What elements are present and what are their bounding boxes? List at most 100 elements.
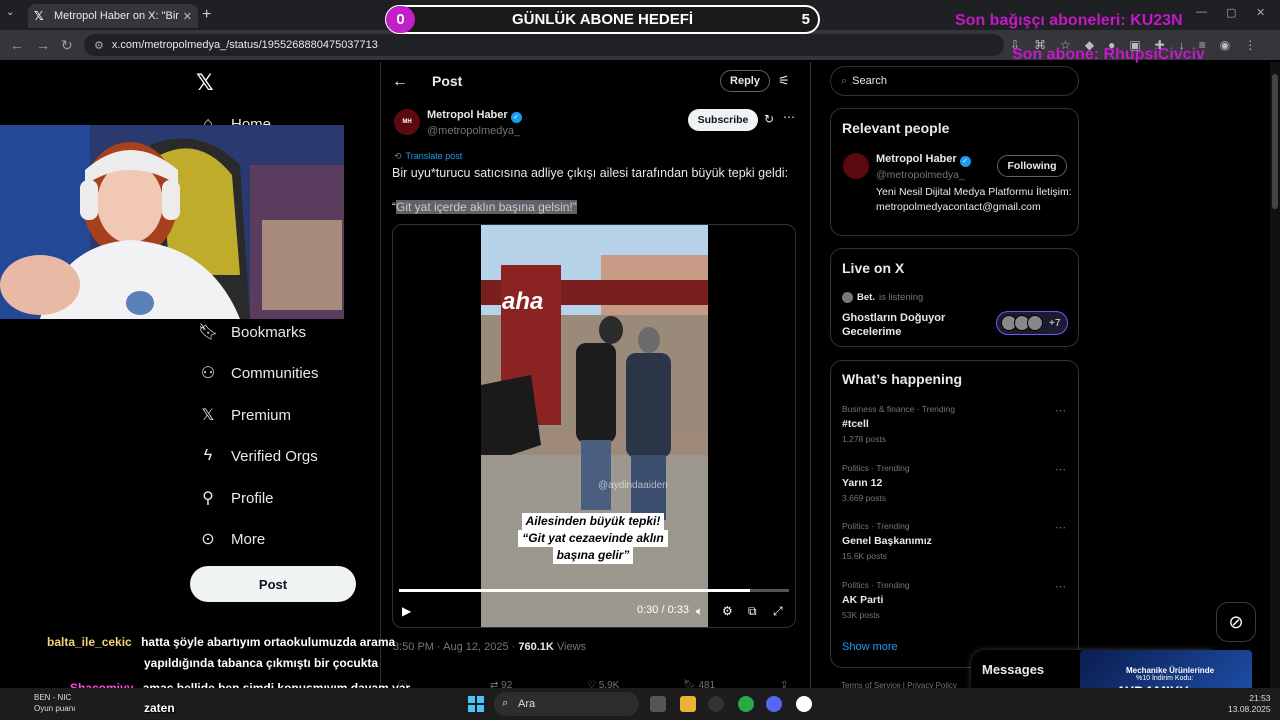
nav-item-communities[interactable]: ⚇ Communities — [198, 363, 319, 383]
clock-date: 13.08.2025 — [1228, 704, 1271, 714]
reply-button[interactable]: Reply — [720, 70, 770, 92]
column-divider — [380, 62, 381, 688]
subscribe-button[interactable]: Subscribe — [688, 109, 758, 131]
bookmark-icon: 🔖︎ — [197, 324, 219, 341]
messages-label: Messages — [982, 662, 1045, 677]
taskbar-search[interactable]: ⌕ Ara — [494, 692, 639, 716]
translate-label: Translate post — [405, 151, 463, 161]
goal-current: 0 — [386, 6, 415, 33]
chat-message: yapıldığında tabanca çıkmıştı bir çocukt… — [144, 656, 378, 670]
trend-item[interactable]: Business & finance · Trending #tcell 1,2… — [842, 404, 1070, 444]
live-listeners[interactable]: +7 — [996, 311, 1068, 335]
video-progress-bar[interactable] — [399, 589, 789, 592]
sliders-icon[interactable]: ⚟ — [778, 73, 790, 89]
chat-text: zaten — [144, 701, 175, 715]
trend-more-icon[interactable]: ⋯ — [1055, 463, 1066, 476]
file-explorer-icon[interactable] — [680, 696, 696, 712]
app-icon[interactable] — [708, 696, 724, 712]
maximize-icon[interactable]: ▢ — [1226, 6, 1236, 19]
forward-icon[interactable]: → — [36, 37, 50, 53]
live-host: Bet. is listening — [842, 292, 923, 303]
tweet-quote: “Git yat içerde aklın başına gelsin!” — [392, 200, 577, 214]
lightning-icon: ϟ — [203, 447, 213, 464]
discord-icon[interactable] — [766, 696, 782, 712]
chrome-icon[interactable] — [738, 696, 754, 712]
tab-close-icon[interactable]: ✕ — [183, 10, 192, 23]
trend-more-icon[interactable]: ⋯ — [1055, 580, 1066, 593]
grok-icon[interactable]: ↻ — [764, 112, 774, 126]
post-button[interactable]: Post — [190, 566, 356, 602]
trend-name: AK Parti — [842, 594, 884, 606]
video-player[interactable] — [392, 224, 796, 628]
trend-item[interactable]: Politics · Trending AK Parti 53K posts ⋯ — [842, 580, 1070, 620]
translate-post-link[interactable]: ⟲ Translate post — [394, 151, 462, 162]
back-icon[interactable]: ← — [10, 37, 24, 53]
nav-item-premium[interactable]: 𝕏 Premium — [198, 405, 291, 425]
windows-taskbar: ⌕ Ara — [0, 688, 1280, 720]
scrollbar-thumb[interactable] — [1272, 74, 1278, 209]
trend-more-icon[interactable]: ⋯ — [1055, 521, 1066, 534]
grok-button[interactable]: ⊘ — [1216, 602, 1256, 642]
nav-label: Profile — [231, 489, 274, 507]
nav-item-more[interactable]: ⊙ More — [198, 529, 265, 549]
taskbar-clock[interactable]: 21:53 13.08.2025 — [1228, 693, 1271, 715]
author-handle[interactable]: @metropolmedya_ — [427, 125, 520, 137]
taskbar-search-label: Ara — [518, 698, 536, 710]
author-name[interactable]: Metropol Haber ✓ — [427, 109, 522, 123]
chat-text: hatta şöyle abartıyım ortaokulumuzda ara… — [141, 635, 396, 649]
tab-title: Metropol Haber on X: "Bir uyu*tu — [54, 10, 179, 22]
search-input[interactable]: ⌕ Search — [830, 66, 1079, 96]
following-button[interactable]: Following — [997, 155, 1067, 177]
menu-icon[interactable]: ⋮ — [1244, 38, 1256, 52]
tweet-timestamp[interactable]: 3:50 PM · Aug 12, 2025 · 760.1K Views — [393, 641, 586, 653]
nav-item-profile[interactable]: ⚲ Profile — [198, 488, 274, 508]
last-donor-text: Son bağışçı aboneleri: KU23N — [955, 12, 1183, 29]
volume-icon[interactable]: 🔈︎ — [696, 604, 703, 619]
url-input[interactable]: ⚙ x.com/metropolmedya_/status/1955268880… — [84, 34, 1004, 56]
browser-tab[interactable]: 𝕏 Metropol Haber on X: "Bir uyu*tu ✕ — [28, 4, 198, 28]
search-placeholder: Search — [852, 75, 888, 87]
relevant-bio: Yeni Nesil Dijital Medya Platformu İleti… — [876, 186, 1072, 213]
reload-icon[interactable]: ↻ — [61, 37, 73, 54]
show-more-link[interactable]: Show more — [842, 641, 898, 653]
trend-more-icon[interactable]: ⋯ — [1055, 404, 1066, 417]
nav-label: Premium — [231, 406, 292, 424]
task-view-icon[interactable] — [650, 696, 666, 712]
tab-list-icon[interactable]: ⌄ — [6, 7, 14, 18]
live-room-title[interactable]: Ghostların Doğuyor Gecelerime — [842, 311, 982, 339]
author-avatar[interactable]: MH — [394, 109, 420, 135]
nav-item-bookmarks[interactable]: 🔖︎ Bookmarks — [198, 322, 306, 342]
play-icon[interactable]: ▶ — [402, 604, 411, 618]
promo-line1: Mechanike Ürünlerinde — [1126, 666, 1215, 675]
more-options-icon[interactable]: ⋯ — [783, 110, 795, 124]
minimize-icon[interactable]: — — [1196, 6, 1207, 18]
listener-avatar — [1027, 315, 1043, 331]
profile-avatar-icon[interactable]: ◉ — [1220, 38, 1230, 52]
x-logo-icon[interactable]: 𝕏 — [196, 70, 214, 96]
pip-icon[interactable]: ⧉ — [748, 604, 757, 619]
views-count: 760.1K — [518, 641, 554, 653]
relevant-avatar[interactable] — [843, 153, 869, 179]
relevant-name-text: Metropol Haber — [876, 153, 957, 165]
app-icon[interactable] — [796, 696, 812, 712]
trend-item[interactable]: Politics · Trending Yarın 12 3,669 posts… — [842, 463, 1070, 503]
fullscreen-icon[interactable]: ⤢ — [773, 604, 783, 619]
relevant-name[interactable]: Metropol Haber ✓ — [876, 153, 971, 167]
back-arrow-icon[interactable]: ← — [392, 73, 408, 91]
webcam-feed — [0, 125, 344, 319]
new-tab-icon[interactable]: + — [202, 6, 211, 24]
nav-item-verified-orgs[interactable]: ϟ Verified Orgs — [198, 446, 318, 466]
chat-message: zaten — [144, 701, 175, 715]
windows-start-icon[interactable] — [468, 696, 484, 712]
site-info-icon[interactable]: ⚙ — [94, 39, 104, 52]
video-caption: Ailesinden büyük tepki! “Git yat cezaevi… — [513, 513, 673, 564]
x-favicon-icon: 𝕏 — [34, 9, 44, 23]
close-window-icon[interactable]: ✕ — [1256, 6, 1265, 19]
column-divider — [810, 62, 811, 688]
listener-extra: +7 — [1049, 317, 1061, 329]
page-scrollbar[interactable] — [1270, 62, 1280, 688]
settings-icon[interactable]: ⚙ — [722, 604, 733, 618]
trend-item[interactable]: Politics · Trending Genel Başkanımız 15.… — [842, 521, 1070, 561]
game-widget[interactable]: BEN - NIC Oyun puanı — [14, 692, 75, 714]
relevant-handle[interactable]: @metropolmedya_ — [876, 169, 965, 181]
